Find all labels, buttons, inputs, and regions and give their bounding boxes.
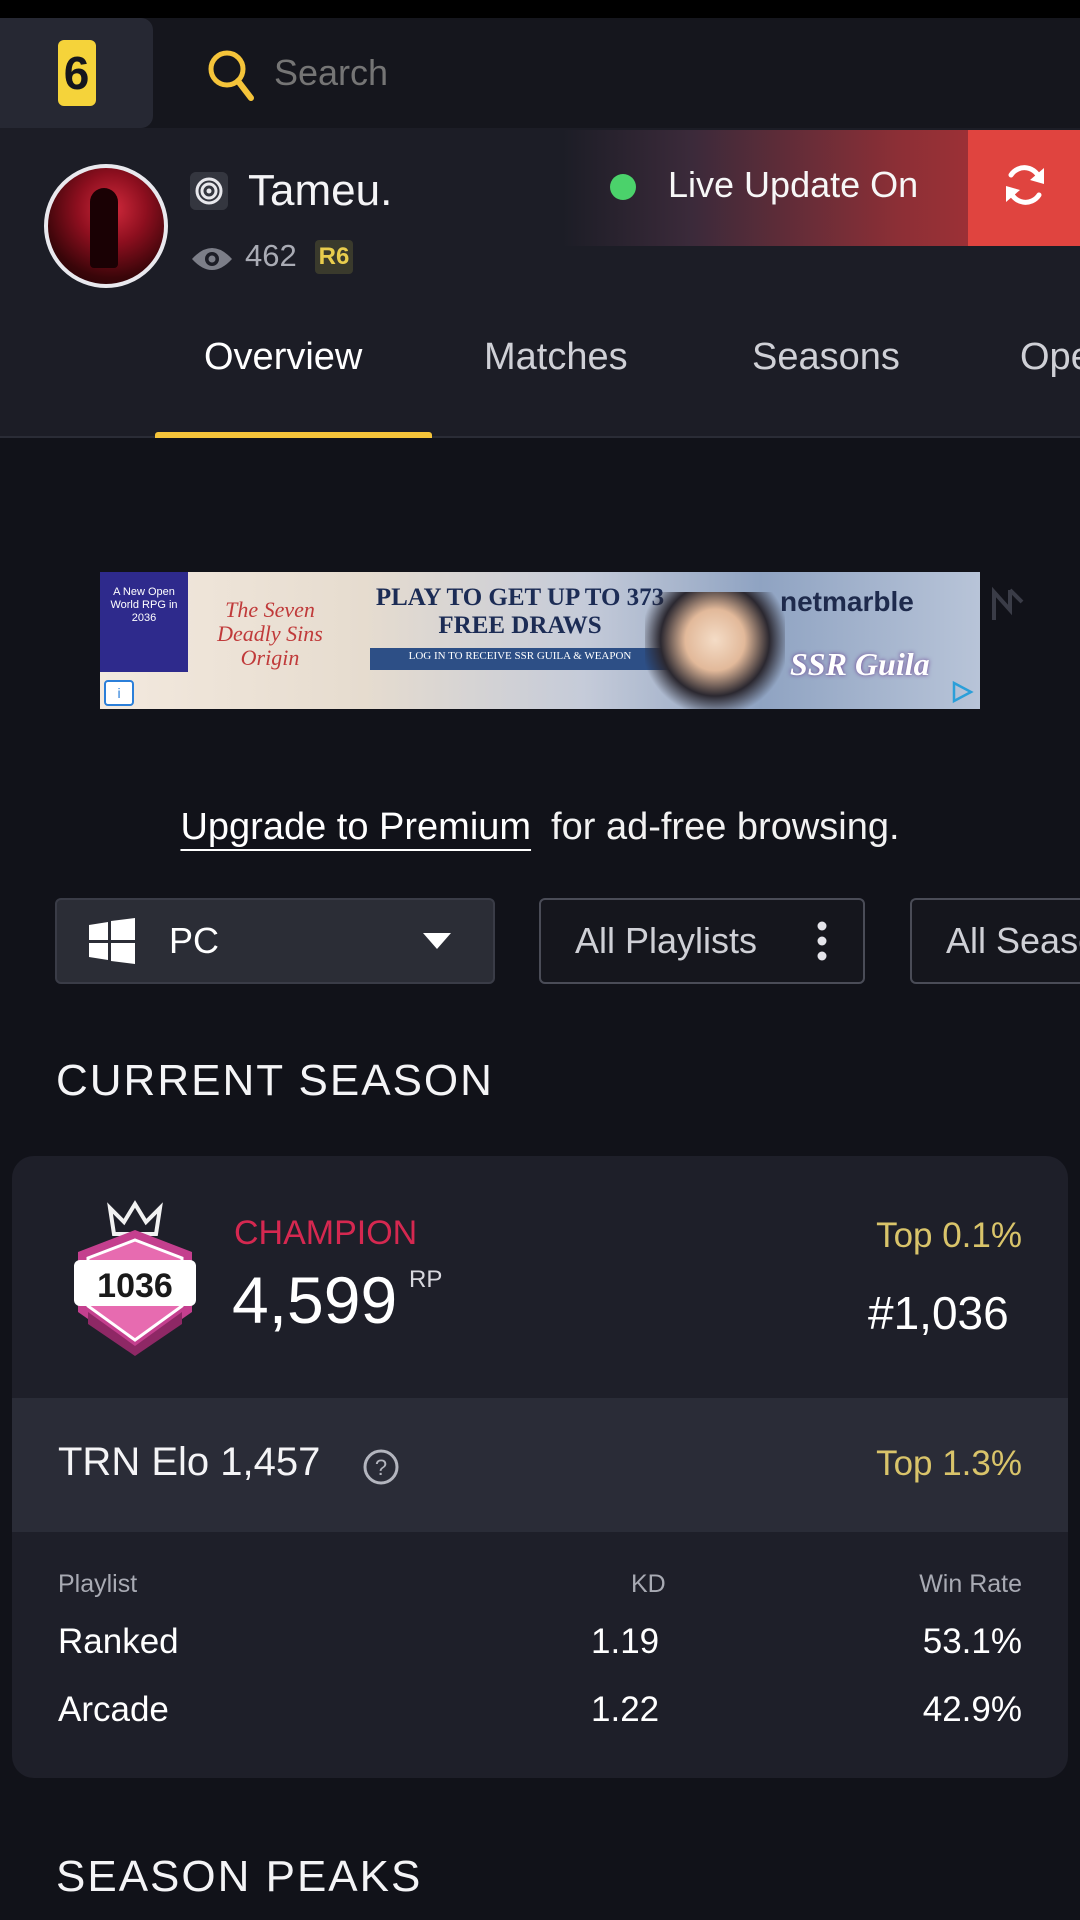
ad-info-icon[interactable]: i xyxy=(104,680,134,706)
table-row-kd: 1.19 xyxy=(591,1622,660,1661)
ad-logo-icon xyxy=(992,586,1024,620)
table-row-win-rate: 53.1% xyxy=(922,1622,1022,1661)
season-peaks-title: SEASON PEAKS xyxy=(56,1852,423,1901)
eye-icon xyxy=(192,248,232,270)
column-header-kd: KD xyxy=(631,1570,666,1598)
live-status-dot xyxy=(610,174,636,200)
caret-down-icon xyxy=(423,933,451,949)
column-header-playlist: Playlist xyxy=(58,1570,138,1598)
tab-matches[interactable]: Matches xyxy=(484,336,628,379)
platform-select[interactable]: PC xyxy=(55,898,495,984)
search-input[interactable] xyxy=(272,46,776,100)
avatar-figure xyxy=(90,188,118,268)
season-filter-label: All Seasons xyxy=(946,920,1080,961)
playlist-filter-label: All Playlists xyxy=(575,920,758,961)
tab-seasons[interactable]: Seasons xyxy=(752,336,900,379)
ad-banner[interactable]: A New Open World RPG in 2036 The Seven D… xyxy=(100,572,980,709)
rp-unit: RP xyxy=(409,1266,443,1293)
champion-rank-icon: 1036 xyxy=(74,1200,196,1356)
svg-text:?: ? xyxy=(375,1455,387,1480)
season-filter[interactable]: All Seasons xyxy=(910,898,1080,984)
view-count: 462 xyxy=(245,238,297,273)
upgrade-prompt: Upgrade to Premium for ad-free browsing. xyxy=(0,806,1080,849)
elo-top-percent: Top 1.3% xyxy=(876,1444,1022,1483)
live-update-label: Live Update On xyxy=(668,164,919,205)
r6-logo-button[interactable]: 6 xyxy=(0,18,153,128)
active-tab-indicator xyxy=(155,432,432,438)
tab-operators[interactable]: Operators xyxy=(1020,336,1080,379)
column-header-win-rate: Win Rate xyxy=(919,1570,1022,1598)
windows-icon xyxy=(89,918,135,964)
rank-name: CHAMPION xyxy=(234,1214,418,1252)
ad-character-image xyxy=(645,592,785,709)
platform-value: PC xyxy=(169,920,220,961)
game-badge: R6 xyxy=(315,240,353,274)
table-row-playlist: Ranked xyxy=(58,1622,179,1661)
playlist-filter[interactable]: All Playlists xyxy=(539,898,865,984)
ad-character-name: SSR Guila xyxy=(790,646,930,682)
adchoices-icon[interactable] xyxy=(950,680,974,704)
rp-value: 4,599 xyxy=(232,1263,398,1337)
rank-top-percent: Top 0.1% xyxy=(876,1216,1022,1255)
ad-headline: PLAY TO GET UP TO 373 FREE DRAWS xyxy=(375,584,665,639)
leaderboard-rank: #1,036 xyxy=(868,1287,1009,1339)
ad-subline: LOG IN TO RECEIVE SSR GUILA & WEAPON xyxy=(408,650,632,662)
rank-badge-number: 1036 xyxy=(97,1267,173,1305)
upgrade-text: for ad-free browsing. xyxy=(551,806,900,848)
refresh-icon xyxy=(1006,165,1044,205)
help-icon[interactable]: ? xyxy=(362,1448,400,1486)
ad-brand: netmarble xyxy=(780,586,914,617)
table-row-kd: 1.22 xyxy=(591,1690,660,1729)
table-row-playlist: Arcade xyxy=(58,1690,169,1729)
r6-logo-icon: 6 xyxy=(57,40,96,106)
trn-elo: TRN Elo 1,457 xyxy=(58,1440,321,1484)
tab-overview[interactable]: Overview xyxy=(204,336,362,379)
platform-icon xyxy=(190,172,228,210)
current-season-title: CURRENT SEASON xyxy=(56,1056,494,1105)
upgrade-premium-link[interactable]: Upgrade to Premium xyxy=(180,806,531,848)
username: Tameu. xyxy=(248,166,393,215)
table-row-win-rate: 42.9% xyxy=(922,1690,1022,1729)
kebab-menu-icon xyxy=(817,921,827,961)
ad-game-title: The Seven Deadly Sins Origin xyxy=(217,597,323,670)
search-icon[interactable] xyxy=(206,48,254,102)
ad-badge: A New Open World RPG in 2036 xyxy=(100,572,188,672)
